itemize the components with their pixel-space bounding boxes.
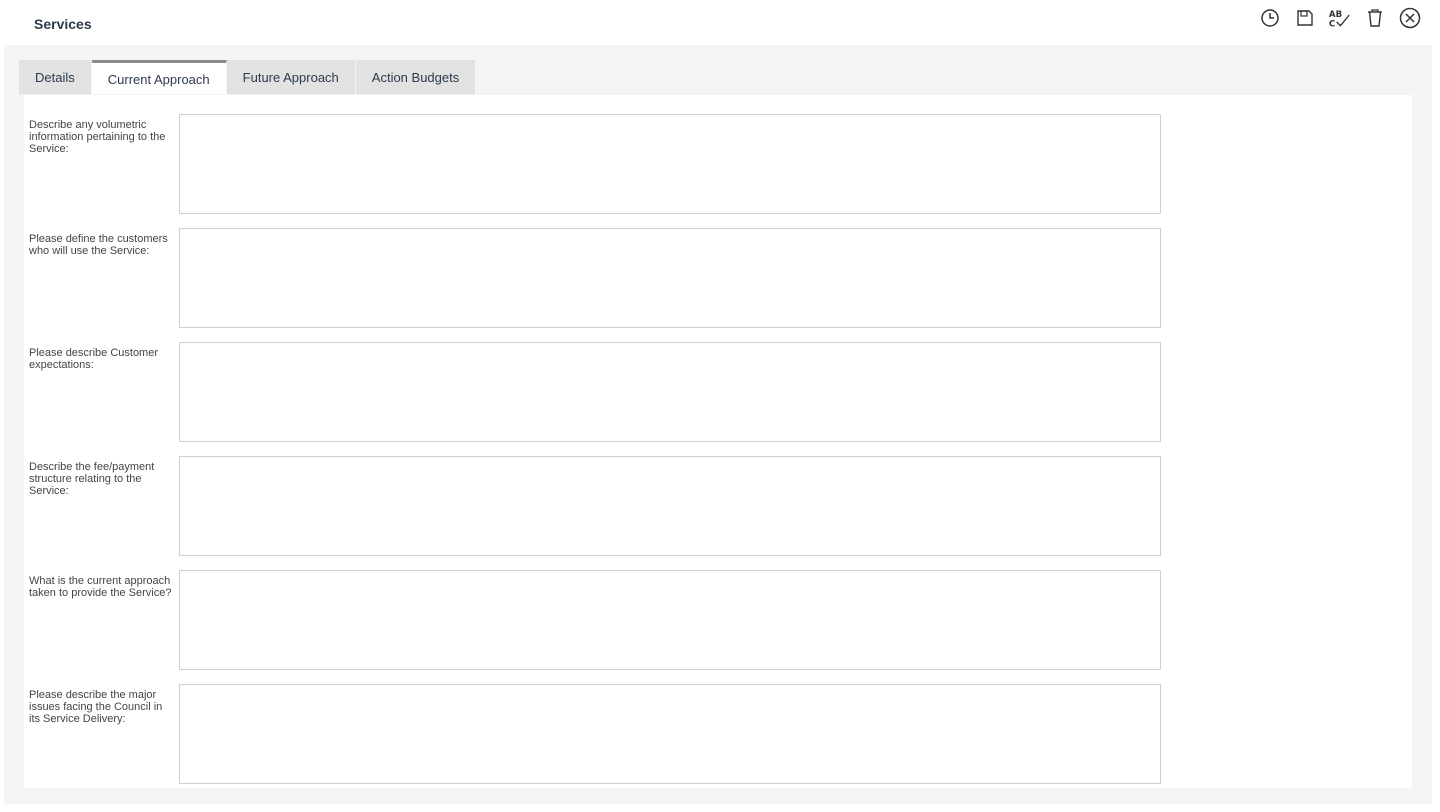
field-label: Please define the customers who will use…: [29, 233, 168, 257]
tab-action-budgets[interactable]: Action Budgets: [355, 60, 477, 94]
history-button[interactable]: [1257, 7, 1282, 29]
customer-expectations-field[interactable]: [179, 342, 1161, 442]
form-row-fee-structure: Describe the fee/payment structure relat…: [24, 456, 1412, 556]
field-label: Please describe Customer expectations:: [29, 347, 159, 371]
field-label: What is the current approach taken to pr…: [29, 575, 172, 599]
fee-structure-field[interactable]: [179, 456, 1161, 556]
customers-field[interactable]: [179, 228, 1161, 328]
spellcheck-button[interactable]: AB C: [1327, 7, 1352, 29]
form-panel: Details Current Approach Future Approach…: [4, 45, 1432, 804]
svg-text:C: C: [1329, 20, 1335, 29]
form-row-current-approach: What is the current approach taken to pr…: [24, 570, 1412, 670]
tab-content: Describe any volumetric information pert…: [24, 95, 1412, 788]
page-title: Services: [34, 16, 92, 32]
tab-current-approach[interactable]: Current Approach: [91, 60, 227, 94]
save-icon: [1296, 10, 1313, 26]
page-header: Services AB C: [0, 0, 1440, 45]
svg-text:AB: AB: [1329, 10, 1342, 20]
close-icon: [1399, 7, 1420, 29]
tab-bar: Details Current Approach Future Approach…: [19, 60, 477, 94]
toolbar: AB C: [1257, 7, 1422, 29]
major-issues-field[interactable]: [179, 684, 1161, 784]
spellcheck-icon: AB C: [1329, 10, 1350, 29]
delete-icon: [1367, 9, 1382, 27]
current-approach-field[interactable]: [179, 570, 1161, 670]
volumetric-info-field[interactable]: [179, 114, 1161, 214]
form-row-expectations: Please describe Customer expectations:: [24, 342, 1412, 442]
save-button[interactable]: [1292, 7, 1317, 29]
field-label: Describe any volumetric information pert…: [29, 119, 166, 155]
delete-button[interactable]: [1362, 7, 1387, 29]
form-row-major-issues: Please describe the major issues facing …: [24, 684, 1412, 784]
tab-details[interactable]: Details: [19, 60, 92, 94]
form-row-volumetric: Describe any volumetric information pert…: [24, 114, 1412, 214]
history-icon: [1260, 9, 1279, 27]
tab-future-approach[interactable]: Future Approach: [226, 60, 356, 94]
field-label: Please describe the major issues facing …: [29, 689, 163, 725]
close-button[interactable]: [1397, 7, 1422, 29]
form-row-customers: Please define the customers who will use…: [24, 228, 1412, 328]
field-label: Describe the fee/payment structure relat…: [29, 461, 155, 497]
